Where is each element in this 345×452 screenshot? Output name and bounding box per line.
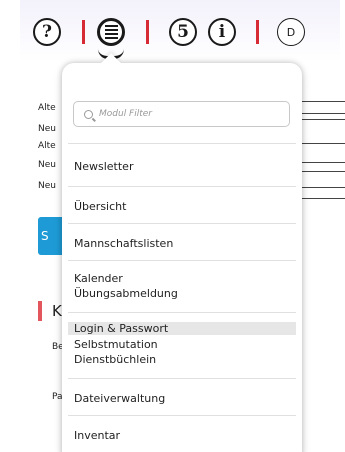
toolbar-separator	[82, 20, 85, 44]
toolbar-separator	[256, 20, 259, 44]
menu-list-icon[interactable]	[97, 18, 125, 46]
menu-bars	[104, 25, 118, 39]
bg-row: Neu	[38, 160, 56, 170]
bg-field-line	[300, 113, 345, 114]
search-icon	[84, 109, 93, 119]
menu-divider	[68, 143, 296, 144]
bg-field-line	[300, 143, 345, 144]
bg-field-line	[300, 162, 345, 163]
bg-field-line	[300, 119, 345, 120]
menu-item-dateiverwaltung[interactable]: Dateiverwaltung	[74, 392, 165, 405]
bg-row: Neu	[38, 181, 56, 191]
bg-row: Alte	[38, 103, 56, 113]
back-glyph: 5	[177, 22, 189, 42]
d-glyph: D	[286, 25, 296, 39]
menu-divider	[68, 186, 296, 187]
help-icon[interactable]: ?	[33, 18, 61, 46]
bg-row: Neu	[38, 124, 56, 134]
bg-section-heading: K	[52, 302, 62, 320]
info-icon[interactable]: i	[208, 18, 236, 46]
bg-field-line	[300, 187, 345, 188]
menu-divider	[68, 378, 296, 379]
module-filter-input[interactable]	[99, 109, 269, 119]
menu-divider	[68, 223, 296, 224]
bg-field-line	[300, 171, 345, 172]
d-icon[interactable]: D	[277, 18, 305, 46]
menu-divider	[68, 260, 296, 261]
bg-field-line	[300, 101, 345, 102]
bg-section-marker	[38, 301, 42, 321]
bg-field-line	[300, 198, 345, 199]
menu-item-inventar[interactable]: Inventar	[74, 429, 120, 442]
menu-item-login-passwort[interactable]: Login & Passwort	[68, 322, 296, 335]
menu-item-newsletter[interactable]: Newsletter	[74, 160, 133, 173]
top-toolbar: ? 5 i D	[0, 14, 345, 59]
menu-item-mannschaftslisten[interactable]: Mannschaftslisten	[74, 237, 173, 250]
bg-label: Pa	[52, 392, 63, 402]
help-glyph: ?	[42, 22, 52, 42]
menu-item-dienstbuechlein[interactable]: Dienstbüchlein	[74, 353, 156, 366]
module-filter-box[interactable]	[73, 101, 290, 127]
menu-item-selbstmutation[interactable]: Selbstmutation	[74, 338, 158, 351]
bg-submit-label: S	[41, 229, 49, 243]
menu-divider	[68, 415, 296, 416]
menu-item-uebungsabmeldung[interactable]: Übungsabmeldung	[74, 287, 178, 300]
bg-row: Alte	[38, 141, 56, 151]
back-icon[interactable]: 5	[169, 18, 197, 46]
module-dropdown: Newsletter Übersicht Mannschaftslisten K…	[62, 63, 302, 452]
toolbar-separator	[146, 20, 149, 44]
app-page: ? 5 i D Alte Neu Alte Neu Neu S K Be Pa …	[0, 0, 345, 452]
menu-divider	[68, 312, 296, 313]
menu-item-kalender[interactable]: Kalender	[74, 272, 123, 285]
info-glyph: i	[218, 22, 226, 42]
menu-item-uebersicht[interactable]: Übersicht	[74, 200, 126, 213]
